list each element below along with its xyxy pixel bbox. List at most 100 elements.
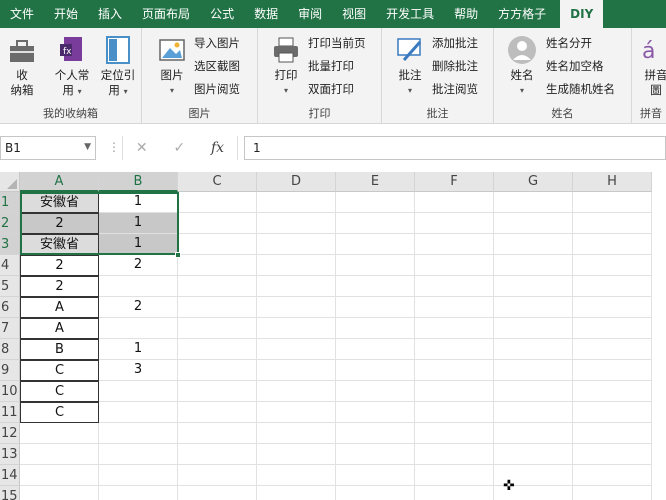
cell-e10[interactable] bbox=[336, 381, 415, 402]
cell-c14[interactable] bbox=[178, 465, 257, 486]
view-comment-button[interactable]: 批注阅览 bbox=[432, 82, 478, 97]
cell-h11[interactable] bbox=[573, 402, 652, 423]
cell-a3[interactable]: 安徽省 bbox=[20, 234, 99, 255]
cell-b15[interactable] bbox=[99, 486, 178, 500]
cell-c13[interactable] bbox=[178, 444, 257, 465]
row-header[interactable]: 5 bbox=[0, 276, 20, 297]
cell-a11[interactable]: C bbox=[20, 402, 99, 423]
cell-c2[interactable] bbox=[178, 213, 257, 234]
cell-a13[interactable] bbox=[20, 444, 99, 465]
spreadsheet-grid[interactable]: A B C D E F G H 1 安徽省 1 2 2 1 3 安徽省 1 4 2 2 5 2 6 A 2 7 A 8 B 1 9 C 3 10 C… bbox=[0, 172, 666, 500]
cell-d10[interactable] bbox=[257, 381, 336, 402]
cell-a4[interactable]: 2 bbox=[20, 255, 99, 276]
cell-e4[interactable] bbox=[336, 255, 415, 276]
cell-d3[interactable] bbox=[257, 234, 336, 255]
cell-f8[interactable] bbox=[415, 339, 494, 360]
cell-g9[interactable] bbox=[494, 360, 573, 381]
insert-function-icon[interactable]: fx bbox=[211, 140, 224, 156]
comment-button[interactable]: 批注 ▾ bbox=[392, 34, 428, 98]
cell-h10[interactable] bbox=[573, 381, 652, 402]
cell-b4[interactable]: 2 bbox=[99, 255, 178, 276]
column-header-a[interactable]: A bbox=[20, 172, 99, 192]
cell-h5[interactable] bbox=[573, 276, 652, 297]
cell-d9[interactable] bbox=[257, 360, 336, 381]
tab-11[interactable]: DIY bbox=[560, 0, 604, 28]
cell-a1[interactable]: 安徽省 bbox=[20, 192, 99, 213]
cell-g11[interactable] bbox=[494, 402, 573, 423]
delete-comment-button[interactable]: 删除批注 bbox=[432, 59, 478, 74]
cell-a5[interactable]: 2 bbox=[20, 276, 99, 297]
row-header[interactable]: 7 bbox=[0, 318, 20, 339]
cell-e14[interactable] bbox=[336, 465, 415, 486]
cell-g7[interactable] bbox=[494, 318, 573, 339]
cell-a6[interactable]: A bbox=[20, 297, 99, 318]
cell-d5[interactable] bbox=[257, 276, 336, 297]
cell-b14[interactable] bbox=[99, 465, 178, 486]
tab-5[interactable]: 数据 bbox=[244, 0, 288, 28]
cell-f15[interactable] bbox=[415, 486, 494, 500]
cell-e12[interactable] bbox=[336, 423, 415, 444]
fill-handle[interactable] bbox=[175, 252, 181, 258]
batch-print-button[interactable]: 批量打印 bbox=[308, 59, 354, 74]
cell-c3[interactable] bbox=[178, 234, 257, 255]
cell-d12[interactable] bbox=[257, 423, 336, 444]
cell-c1[interactable] bbox=[178, 192, 257, 213]
tab-2[interactable]: 插入 bbox=[88, 0, 132, 28]
cell-g2[interactable] bbox=[494, 213, 573, 234]
tab-10[interactable]: 方方格子 bbox=[488, 0, 556, 28]
cell-e9[interactable] bbox=[336, 360, 415, 381]
cancel-icon[interactable]: ✕ bbox=[136, 140, 148, 156]
cell-b6[interactable]: 2 bbox=[99, 297, 178, 318]
cell-b10[interactable] bbox=[99, 381, 178, 402]
row-header[interactable]: 15 bbox=[0, 486, 20, 500]
cell-b2[interactable]: 1 bbox=[99, 213, 178, 234]
cell-b5[interactable] bbox=[99, 276, 178, 297]
cell-h14[interactable] bbox=[573, 465, 652, 486]
locate-reference-button[interactable]: 定位引 用 ▾ bbox=[96, 34, 140, 99]
cell-a8[interactable]: B bbox=[20, 339, 99, 360]
row-header[interactable]: 6 bbox=[0, 297, 20, 318]
cell-b1[interactable]: 1 bbox=[99, 192, 178, 213]
split-name-button[interactable]: 姓名分开 bbox=[546, 36, 592, 51]
cell-f5[interactable] bbox=[415, 276, 494, 297]
column-header-c[interactable]: C bbox=[178, 172, 257, 192]
cell-a10[interactable]: C bbox=[20, 381, 99, 402]
cell-f10[interactable] bbox=[415, 381, 494, 402]
cell-b7[interactable] bbox=[99, 318, 178, 339]
row-header[interactable]: 1 bbox=[0, 192, 20, 213]
chevron-down-icon[interactable]: ▼ bbox=[84, 142, 91, 152]
cell-f6[interactable] bbox=[415, 297, 494, 318]
cell-d8[interactable] bbox=[257, 339, 336, 360]
formula-bar-grip-icon[interactable]: ⋮ bbox=[108, 140, 120, 154]
row-header[interactable]: 10 bbox=[0, 381, 20, 402]
column-header-f[interactable]: F bbox=[415, 172, 494, 192]
tab-0[interactable]: 文件 bbox=[0, 0, 44, 28]
cell-f7[interactable] bbox=[415, 318, 494, 339]
column-header-b[interactable]: B bbox=[99, 172, 178, 192]
cell-g8[interactable] bbox=[494, 339, 573, 360]
cell-d7[interactable] bbox=[257, 318, 336, 339]
cell-d2[interactable] bbox=[257, 213, 336, 234]
tab-3[interactable]: 页面布局 bbox=[132, 0, 200, 28]
print-current-page-button[interactable]: 打印当前页 bbox=[308, 36, 366, 51]
cell-b3[interactable]: 1 bbox=[99, 234, 178, 255]
formula-input[interactable]: 1 bbox=[244, 136, 666, 160]
cell-g5[interactable] bbox=[494, 276, 573, 297]
cell-g10[interactable] bbox=[494, 381, 573, 402]
cell-c12[interactable] bbox=[178, 423, 257, 444]
cell-g1[interactable] bbox=[494, 192, 573, 213]
cell-a14[interactable] bbox=[20, 465, 99, 486]
cell-b9[interactable]: 3 bbox=[99, 360, 178, 381]
column-header-d[interactable]: D bbox=[257, 172, 336, 192]
tab-7[interactable]: 视图 bbox=[332, 0, 376, 28]
cell-h3[interactable] bbox=[573, 234, 652, 255]
cell-b11[interactable] bbox=[99, 402, 178, 423]
personal-common-button[interactable]: fx 个人常 用 ▾ bbox=[50, 34, 94, 99]
cell-d6[interactable] bbox=[257, 297, 336, 318]
cell-f3[interactable] bbox=[415, 234, 494, 255]
cell-a12[interactable] bbox=[20, 423, 99, 444]
cell-e13[interactable] bbox=[336, 444, 415, 465]
tab-6[interactable]: 审阅 bbox=[288, 0, 332, 28]
cell-d13[interactable] bbox=[257, 444, 336, 465]
random-name-button[interactable]: 生成随机姓名 bbox=[546, 82, 615, 97]
